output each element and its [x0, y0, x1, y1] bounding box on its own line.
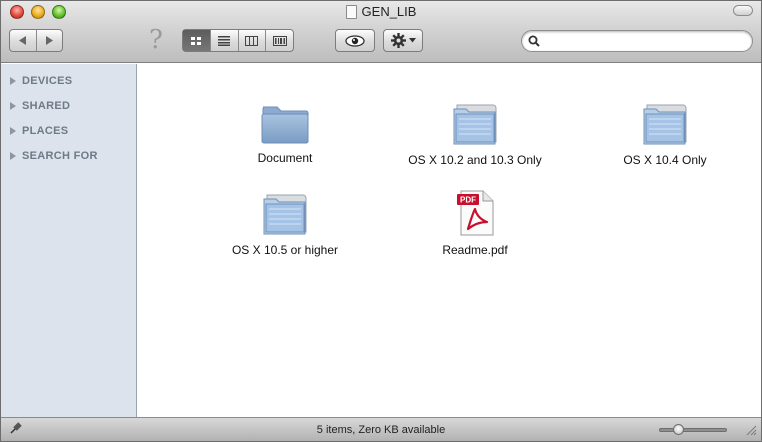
- pdf-file-icon: PDF: [457, 190, 494, 236]
- gear-icon: [390, 33, 406, 48]
- forward-button[interactable]: [35, 30, 63, 51]
- help-icon[interactable]: ?: [149, 25, 163, 55]
- sidebar-section-devices[interactable]: DEVICES: [1, 68, 136, 93]
- status-bar: 5 items, Zero KB available: [1, 417, 761, 441]
- sidebar-section-search-for[interactable]: SEARCH FOR: [1, 143, 136, 168]
- cover-flow-icon: [272, 35, 287, 46]
- column-view-button[interactable]: [237, 30, 266, 51]
- disclosure-triangle-icon[interactable]: [10, 101, 16, 110]
- quick-look-button[interactable]: [335, 29, 375, 52]
- sidebar-section-shared[interactable]: SHARED: [1, 93, 136, 118]
- icon-view-button[interactable]: [183, 30, 210, 51]
- disclosure-triangle-icon[interactable]: [10, 126, 16, 135]
- file-browser-content: Document OS X 10.2 and 10.3 Only OS X 10…: [138, 64, 761, 417]
- pdf-badge-glyph: PDF: [460, 196, 476, 205]
- list-view-button[interactable]: [209, 30, 238, 51]
- status-text: 5 items, Zero KB available: [316, 423, 446, 436]
- sidebar: DEVICES SHARED PLACES SEARCH FOR: [1, 64, 137, 417]
- file-item-folder[interactable]: OS X 10.5 or higher: [190, 189, 380, 257]
- folder-icon: [263, 194, 307, 235]
- sidebar-section-label: SHARED: [22, 99, 71, 112]
- window-title-bar: GEN_LIB: [1, 4, 761, 19]
- icon-view-icon: [191, 36, 202, 45]
- toolbar: GEN_LIB ?: [1, 1, 761, 63]
- cover-flow-button[interactable]: [265, 30, 293, 51]
- plain-folder-icon: [261, 106, 309, 144]
- file-item-document[interactable]: Document: [190, 101, 380, 165]
- disk-image-icon: [345, 4, 357, 19]
- file-item-label: OS X 10.5 or higher: [231, 243, 339, 257]
- view-mode-buttons: [182, 29, 294, 52]
- back-button[interactable]: [10, 30, 36, 51]
- file-item-label: OS X 10.2 and 10.3 Only: [408, 153, 542, 167]
- disclosure-triangle-icon[interactable]: [10, 76, 16, 85]
- toolbar-toggle-button[interactable]: [733, 5, 753, 16]
- icon-size-slider-knob[interactable]: [673, 424, 684, 435]
- search-input[interactable]: [544, 34, 744, 48]
- sidebar-toggle-button[interactable]: [9, 421, 23, 438]
- folder-icon: [643, 104, 687, 145]
- sidebar-section-places[interactable]: PLACES: [1, 118, 136, 143]
- column-view-icon: [245, 35, 259, 46]
- search-icon: [528, 35, 540, 47]
- sidebar-section-label: PLACES: [22, 124, 69, 137]
- finder-window: GEN_LIB ? DEVICES SHARED PLACES SEARCH F…: [0, 0, 762, 442]
- sidebar-section-label: DEVICES: [22, 74, 73, 87]
- icon-size-slider-track[interactable]: [659, 428, 727, 432]
- file-item-label: Document: [257, 151, 313, 165]
- file-item-label: OS X 10.4 Only: [623, 153, 707, 167]
- list-view-icon: [218, 35, 231, 46]
- search-field[interactable]: [521, 30, 753, 52]
- pin-icon: [10, 422, 22, 434]
- sidebar-section-label: SEARCH FOR: [22, 149, 98, 162]
- file-item-pdf[interactable]: PDF Readme.pdf: [380, 189, 570, 257]
- chevron-down-icon: [408, 38, 416, 43]
- file-item-folder[interactable]: OS X 10.2 and 10.3 Only: [380, 99, 570, 167]
- file-item-folder[interactable]: OS X 10.4 Only: [570, 99, 760, 167]
- back-arrow-icon: [18, 36, 26, 45]
- window-title: GEN_LIB: [361, 4, 417, 19]
- action-menu-button[interactable]: [383, 29, 423, 52]
- resize-grip-icon[interactable]: [745, 424, 757, 439]
- back-forward-buttons: [9, 29, 63, 52]
- forward-arrow-icon: [46, 36, 54, 45]
- folder-icon: [453, 104, 497, 145]
- file-item-label: Readme.pdf: [442, 243, 508, 257]
- disclosure-triangle-icon[interactable]: [10, 151, 16, 160]
- eye-icon: [345, 34, 365, 47]
